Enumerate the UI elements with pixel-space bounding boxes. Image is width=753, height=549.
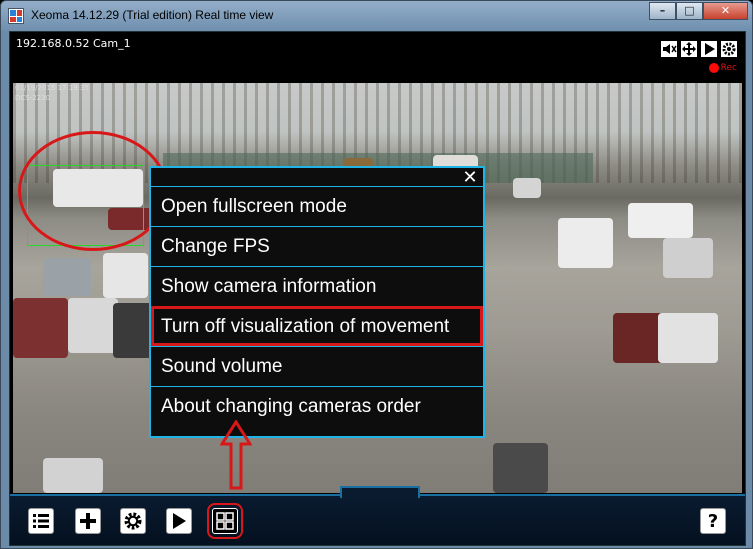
settings-icon[interactable]	[721, 41, 737, 57]
car-vehicle	[68, 298, 118, 353]
window-title: Xeoma 14.12.29 (Trial edition) Real time…	[31, 8, 274, 22]
camera-name: 192.168.0.52 Cam_1	[16, 37, 131, 50]
minimize-button[interactable]: –	[649, 2, 676, 20]
car-vehicle	[658, 313, 718, 363]
bottom-toolbar: ?	[10, 486, 745, 545]
van-vehicle	[628, 203, 693, 238]
car-vehicle	[663, 238, 713, 278]
van-vehicle	[558, 218, 613, 268]
mute-icon[interactable]	[661, 41, 677, 57]
menu-item-toggle-movement-visualization[interactable]: Turn off visualization of movement	[151, 306, 483, 346]
panel-handle[interactable]	[340, 486, 420, 498]
camera-header: 192.168.0.52 Cam_1 Rec	[10, 32, 745, 83]
rec-dot-icon	[708, 63, 719, 73]
xeoma-logo-icon	[8, 8, 24, 24]
car-vehicle	[113, 303, 153, 358]
annotation-ellipse	[18, 131, 168, 251]
car-vehicle	[43, 258, 91, 296]
annotation-arrow-icon	[220, 420, 252, 490]
camera-model-label: DCS-2230	[15, 94, 51, 102]
play-icon[interactable]	[701, 41, 717, 57]
car-vehicle	[513, 178, 541, 198]
fullscreen-icon[interactable]	[681, 41, 697, 57]
video-timestamp: 01/19/2015 17:19:35	[15, 84, 90, 92]
app-window: Xeoma 14.12.29 (Trial edition) Real time…	[0, 0, 753, 549]
car-vehicle	[103, 253, 148, 298]
gear-icon[interactable]	[120, 508, 146, 534]
help-button[interactable]: ?	[700, 508, 726, 534]
add-icon[interactable]	[75, 508, 101, 534]
menu-item-sound-volume[interactable]: Sound volume	[151, 346, 483, 386]
close-button[interactable]: ✕	[703, 2, 748, 20]
menu-item-cameras-order[interactable]: About changing cameras order	[151, 386, 483, 426]
rec-label: Rec	[720, 63, 737, 73]
play-icon[interactable]	[166, 508, 192, 534]
car-vehicle	[13, 298, 68, 358]
maximize-button[interactable]: □	[676, 2, 703, 20]
camera-context-menu: ✕ Open fullscreen mode Change FPS Show c…	[149, 166, 485, 438]
layout-grid-icon[interactable]	[207, 503, 243, 539]
menu-item-change-fps[interactable]: Change FPS	[151, 226, 483, 266]
title-bar[interactable]: Xeoma 14.12.29 (Trial edition) Real time…	[1, 1, 752, 31]
menu-close-button[interactable]: ✕	[461, 169, 479, 187]
list-icon[interactable]	[28, 508, 54, 534]
rec-indicator: Rec	[708, 63, 737, 73]
car-vehicle	[43, 458, 103, 493]
menu-item-camera-info[interactable]: Show camera information	[151, 266, 483, 306]
menu-item-fullscreen[interactable]: Open fullscreen mode	[151, 186, 483, 226]
viewer-area: 192.168.0.52 Cam_1 Rec 01/19/2015 17:19:…	[9, 31, 746, 546]
car-vehicle	[493, 443, 548, 493]
